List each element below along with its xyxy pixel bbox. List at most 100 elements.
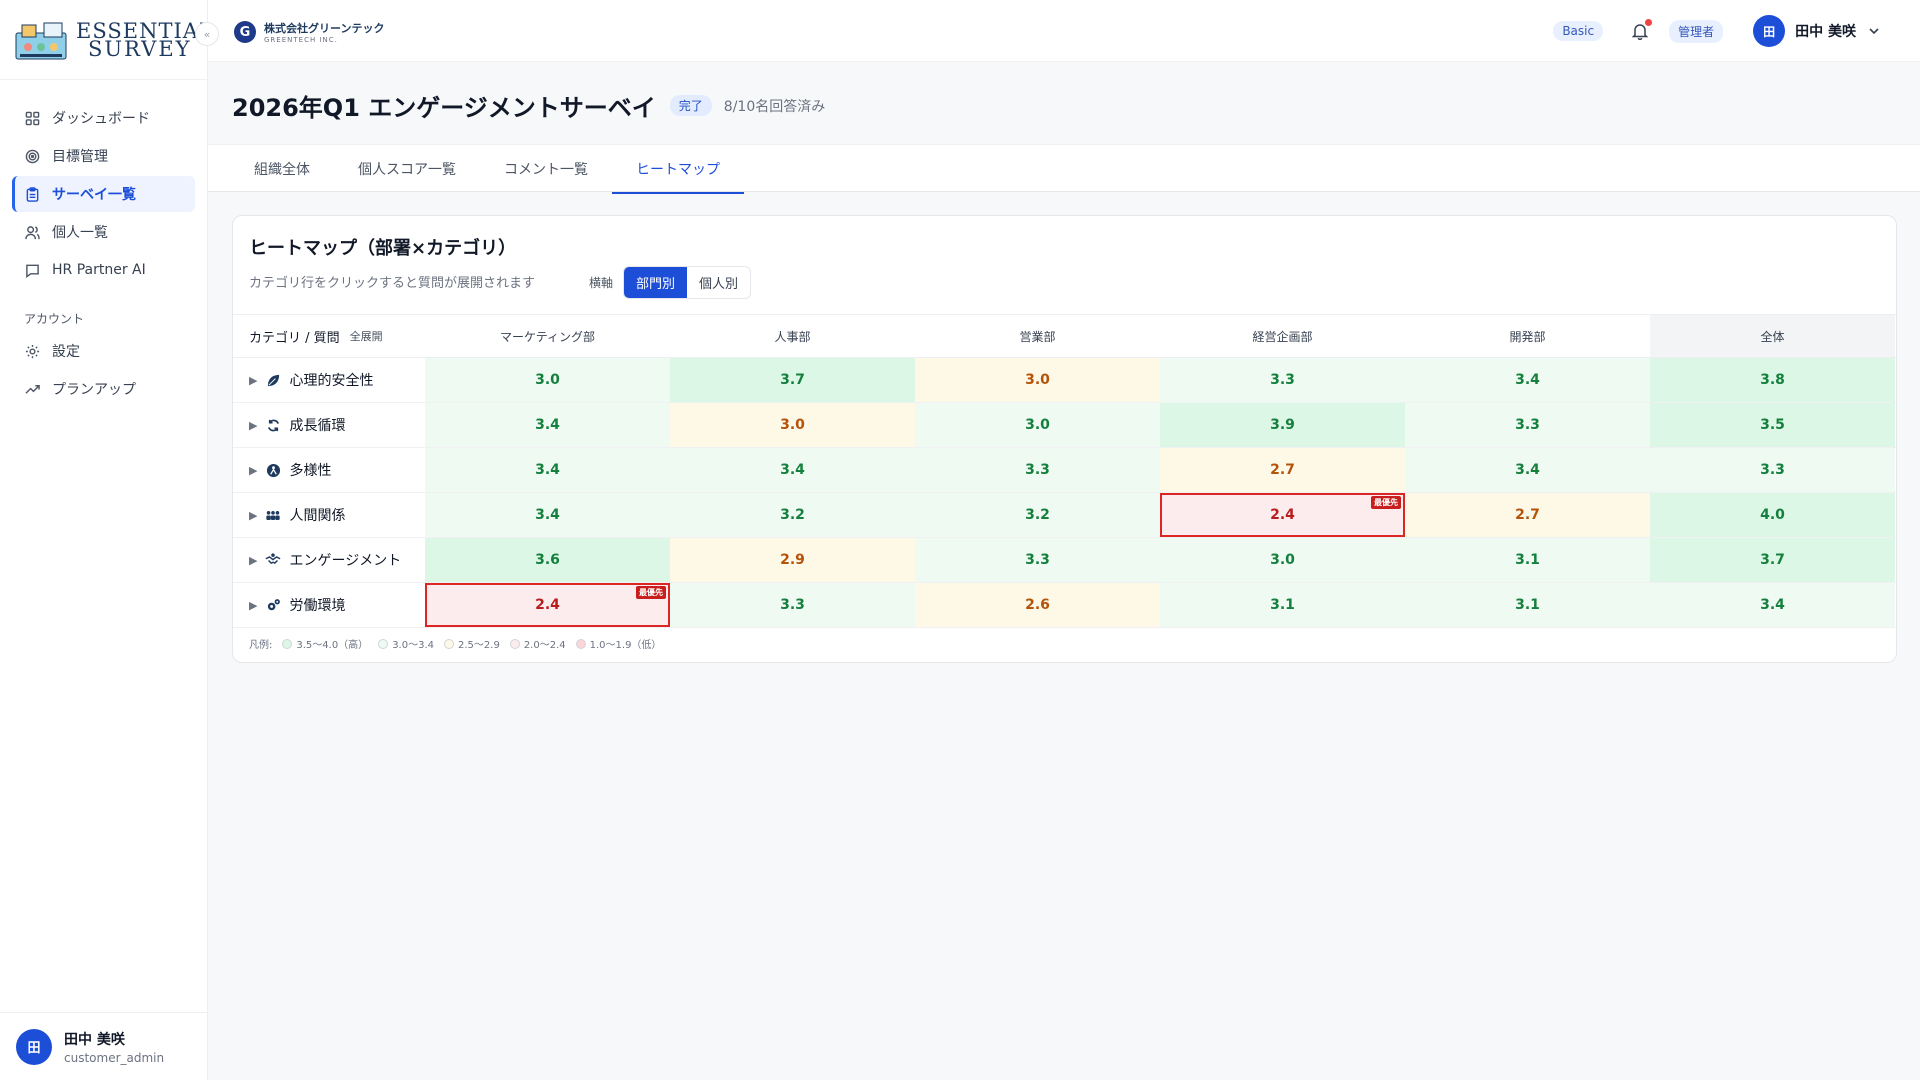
heatmap-cell[interactable]: 2.7	[1160, 448, 1405, 492]
legend-text: 2.5〜2.9	[458, 640, 500, 651]
heatmap-cell[interactable]: 3.7	[1650, 538, 1895, 582]
handshake-icon	[265, 552, 281, 568]
category-cell[interactable]: ▶ エンゲージメント	[233, 538, 425, 582]
tab-organization[interactable]: 組織全体	[230, 145, 334, 193]
category-label: 人間関係	[289, 508, 346, 524]
legend-swatch	[282, 638, 293, 649]
heatmap-cell[interactable]: 2.4 最優先	[1160, 493, 1405, 537]
heatmap-cell-value: 3.1	[1515, 597, 1540, 613]
category-cell[interactable]: ▶ 人間関係	[233, 493, 425, 537]
heatmap-cell[interactable]: 2.7	[1405, 493, 1650, 537]
heatmap-cell[interactable]: 3.1	[1405, 583, 1650, 627]
expand-triangle-icon[interactable]: ▶	[249, 419, 257, 432]
sidebar-item-label: 目標管理	[52, 149, 108, 165]
heatmap-cell[interactable]: 3.4	[425, 403, 670, 447]
axis-option-department[interactable]: 部門別	[624, 267, 688, 298]
heatmap-cell[interactable]: 3.0	[425, 358, 670, 402]
trend-up-icon	[24, 381, 40, 397]
heatmap-cell[interactable]: 3.0	[670, 403, 915, 447]
sidebar-item-plan-up[interactable]: プランアップ	[12, 371, 195, 407]
users-icon	[24, 224, 40, 240]
sidebar-collapse-button[interactable]: «	[195, 22, 219, 46]
heatmap-cell[interactable]: 3.3	[915, 448, 1160, 492]
heatmap-cell[interactable]: 4.0	[1650, 493, 1895, 537]
dashboard-icon	[24, 110, 40, 126]
expand-triangle-icon[interactable]: ▶	[249, 464, 257, 477]
tab-individual-scores[interactable]: 個人スコア一覧	[334, 145, 480, 193]
sidebar-item-individuals[interactable]: 個人一覧	[12, 214, 195, 250]
sidebar-item-hr-partner-ai[interactable]: HR Partner AI	[12, 252, 195, 288]
heatmap-cell[interactable]: 3.6	[425, 538, 670, 582]
heatmap-cell[interactable]: 3.7	[670, 358, 915, 402]
axis-option-individual[interactable]: 個人別	[687, 267, 750, 298]
heatmap-cell[interactable]: 2.6	[915, 583, 1160, 627]
tab-comments[interactable]: コメント一覧	[480, 145, 612, 193]
heatmap-row[interactable]: ▶ 労働環境 2.4 最優先 3.3 2.6 3.1 3.1 3.4	[233, 583, 1896, 628]
expand-triangle-icon[interactable]: ▶	[249, 509, 257, 522]
category-cell[interactable]: ▶ 成長循環	[233, 403, 425, 447]
legend-item: 2.5〜2.9	[444, 636, 500, 651]
heatmap-cell[interactable]: 3.4	[1405, 448, 1650, 492]
gear-icon	[24, 343, 40, 359]
heatmap-cell-value: 2.4	[535, 597, 560, 613]
expand-all-button[interactable]: 全展開	[350, 328, 383, 344]
sidebar-item-label: 個人一覧	[52, 225, 108, 241]
heatmap-cell[interactable]: 3.3	[1650, 448, 1895, 492]
category-label: 労働環境	[289, 598, 346, 614]
gears-icon	[265, 597, 281, 613]
heatmap-cell[interactable]: 3.5	[1650, 403, 1895, 447]
heatmap-cell[interactable]: 3.2	[670, 493, 915, 537]
tab-heatmap[interactable]: ヒートマップ	[612, 145, 744, 194]
heatmap-cell[interactable]: 3.8	[1650, 358, 1895, 402]
notification-bell-icon[interactable]	[1631, 19, 1653, 41]
corner-label: カテゴリ / 質問	[249, 330, 340, 346]
heatmap-cell-value: 4.0	[1760, 507, 1785, 523]
legend-item: 3.0〜3.4	[378, 636, 434, 651]
heatmap-cell[interactable]: 3.9	[1160, 403, 1405, 447]
heatmap-cell[interactable]: 2.9	[670, 538, 915, 582]
user-menu[interactable]: 田 田中 美咲	[1753, 15, 1880, 47]
heatmap-cell-value: 3.7	[780, 372, 805, 388]
expand-triangle-icon[interactable]: ▶	[249, 554, 257, 567]
heatmap-cell-value: 3.2	[1025, 507, 1050, 523]
heatmap-cell[interactable]: 3.3	[1160, 358, 1405, 402]
heatmap-row[interactable]: ▶ 成長循環 3.4 3.0 3.0 3.9 3.3 3.5	[233, 403, 1896, 448]
heatmap-cell-value: 3.4	[1760, 597, 1785, 613]
heatmap-cell[interactable]: 3.4	[425, 493, 670, 537]
heatmap-cell[interactable]: 3.3	[915, 538, 1160, 582]
heatmap-cell[interactable]: 3.0	[915, 403, 1160, 447]
heatmap-cell[interactable]: 3.4	[1650, 583, 1895, 627]
heatmap-subtitle: カテゴリ行をクリックすると質問が展開されます	[249, 276, 536, 291]
heatmap-cell[interactable]: 2.4 最優先	[425, 583, 670, 627]
user-role: customer_admin	[64, 1050, 165, 1065]
expand-triangle-icon[interactable]: ▶	[249, 599, 257, 612]
heatmap-cell[interactable]: 3.1	[1160, 583, 1405, 627]
sidebar-item-surveys[interactable]: サーベイ一覧	[12, 176, 195, 212]
heatmap-header-row: カテゴリ / 質問 全展開 マーケティング部 人事部 営業部 経営企画部 開発部…	[233, 314, 1896, 358]
sidebar-user[interactable]: 田 田中 美咲 customer_admin	[0, 1012, 208, 1080]
heatmap-row[interactable]: ▶ エンゲージメント 3.6 2.9 3.3 3.0 3.1 3.7	[233, 538, 1896, 583]
heatmap-row[interactable]: ▶ 多様性 3.4 3.4 3.3 2.7 3.4 3.3	[233, 448, 1896, 493]
category-cell[interactable]: ▶ 労働環境	[233, 583, 425, 627]
heatmap-cell[interactable]: 3.3	[670, 583, 915, 627]
sidebar-item-dashboard[interactable]: ダッシュボード	[12, 100, 195, 136]
heatmap-cell[interactable]: 3.0	[915, 358, 1160, 402]
category-cell[interactable]: ▶ 多様性	[233, 448, 425, 492]
company-name: 株式会社グリーンテック	[264, 22, 385, 35]
heatmap-cell[interactable]: 3.1	[1405, 538, 1650, 582]
sidebar-item-label: ダッシュボード	[52, 111, 150, 127]
heatmap-cell[interactable]: 3.4	[425, 448, 670, 492]
sidebar-item-settings[interactable]: 設定	[12, 333, 195, 369]
heatmap-cell[interactable]: 3.2	[915, 493, 1160, 537]
heatmap-cell[interactable]: 3.4	[1405, 358, 1650, 402]
heatmap-row[interactable]: ▶ 心理的安全性 3.0 3.7 3.0 3.3 3.4 3.8	[233, 358, 1896, 403]
heatmap-row[interactable]: ▶ 人間関係 3.4 3.2 3.2 2.4 最優先 2.7 4.0	[233, 493, 1896, 538]
heatmap-cell[interactable]: 3.0	[1160, 538, 1405, 582]
heatmap-cell-value: 3.3	[1025, 552, 1050, 568]
heatmap-cell[interactable]: 3.3	[1405, 403, 1650, 447]
heatmap-cell[interactable]: 3.4	[670, 448, 915, 492]
category-label: 成長循環	[289, 418, 346, 434]
sidebar-item-goals[interactable]: 目標管理	[12, 138, 195, 174]
expand-triangle-icon[interactable]: ▶	[249, 374, 257, 387]
category-cell[interactable]: ▶ 心理的安全性	[233, 358, 425, 402]
